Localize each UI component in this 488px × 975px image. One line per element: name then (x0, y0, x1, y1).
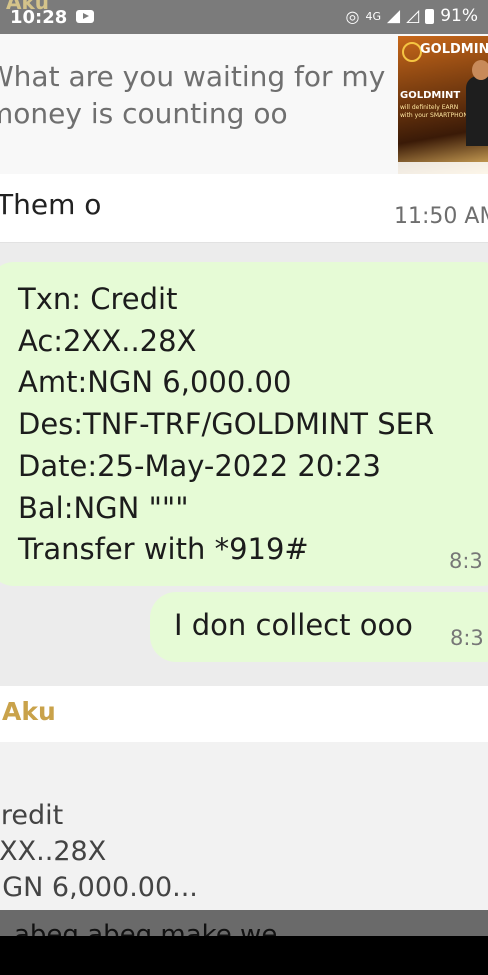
txn-line: Ac:2XX..28X (18, 323, 197, 358)
quoted-line-1: What are you waiting for my (0, 60, 386, 93)
thumb-brand-mid: GOLDMINT (400, 90, 461, 101)
status-time: 10:28 (10, 7, 68, 28)
next-message-text: abeg abeg make we (14, 920, 278, 936)
thumb-subtext-2: with your SMARTPHONE (400, 112, 472, 119)
signal-icon: ◢ (387, 6, 401, 26)
txn-line: Bal:NGN """ (18, 490, 189, 525)
quoted-image-thumbnail[interactable]: GOLDMINT GOLDMINT will definitely EARN w… (398, 36, 488, 174)
reply-sender-name: Aku (2, 697, 56, 726)
txn-line: Txn: Credit (18, 282, 178, 316)
signal-icon-2: ◿ (406, 6, 420, 26)
reply-message-text: Them o (0, 188, 102, 221)
next-message-partial: abeg abeg make we (0, 910, 488, 936)
thumb-subtext: will definitely EARN with your SMARTPHON… (400, 104, 472, 120)
txn-line: Des:TNF-TRF/GOLDMINT SER (18, 407, 435, 442)
quoted-message-text: What are you waiting for my money is cou… (0, 58, 385, 132)
reply-quote-header[interactable]: Aku (0, 686, 488, 742)
status-bar: Aku 10:28 ◎ 4G ◢ ◿ 91% (0, 0, 488, 34)
system-navigation-bar (0, 936, 488, 975)
sent-message-bubble[interactable]: I don collect ooo 8:3 (150, 592, 488, 662)
battery-icon (425, 8, 435, 24)
battery-level: 91% (440, 6, 478, 26)
network-type: 4G (365, 9, 382, 23)
reply-message-time: 11:50 AM (394, 204, 488, 229)
transaction-message-text: Txn: Credit Ac:2XX..28X Amt:NGN 6,000.00… (18, 279, 434, 571)
preview-line: NGN 6,000.00... (0, 872, 198, 903)
transaction-message-time: 8:3 (449, 549, 483, 573)
quoted-line-2: money is counting oo (0, 97, 288, 130)
thumb-footer (398, 162, 488, 174)
reply-message[interactable]: Them o 11:50 AM (0, 174, 488, 243)
thumb-subtext-1: will definitely EARN (400, 104, 459, 111)
reply-quote-preview[interactable]: Credit 2XX..28X NGN 6,000.00... (0, 742, 488, 910)
preview-line: 2XX..28X (0, 836, 107, 867)
txn-line: Transfer with *919# (18, 532, 309, 567)
sent-message-time: 8:3 (450, 626, 484, 650)
hotspot-icon: ◎ (345, 6, 360, 26)
thumb-brand-top: GOLDMINT (420, 42, 488, 57)
reply-preview-text: Credit 2XX..28X NGN 6,000.00... (0, 798, 198, 906)
sent-message-text: I don collect ooo (174, 608, 413, 642)
txn-line: Amt:NGN 6,000.00 (18, 365, 292, 400)
goldmint-logo-icon (402, 42, 422, 62)
txn-line: Date:25-May-2022 20:23 (18, 448, 381, 483)
person-figure-icon (466, 60, 488, 146)
preview-line: Credit (0, 800, 64, 831)
youtube-icon (76, 10, 94, 23)
